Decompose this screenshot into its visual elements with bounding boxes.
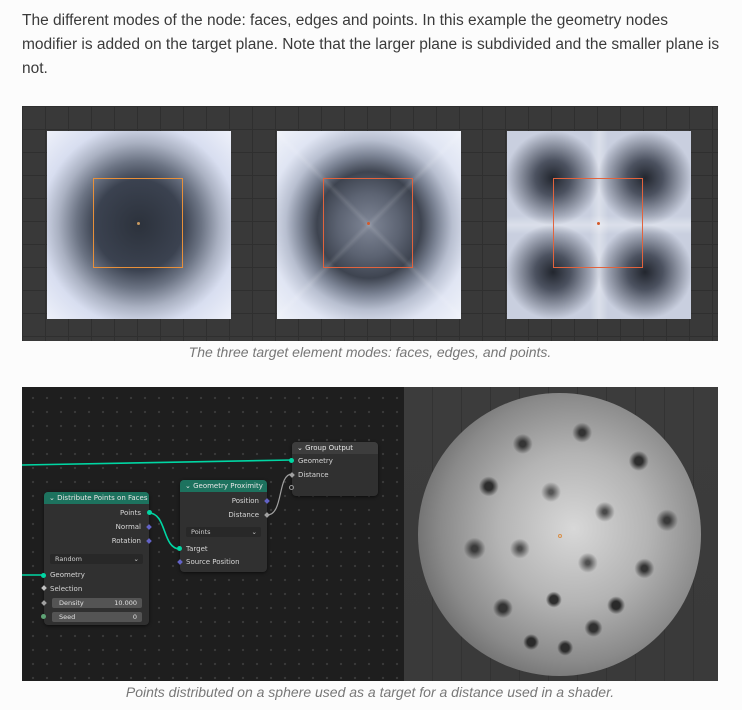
target-input-socket[interactable] (177, 546, 182, 551)
distribute-method-dropdown[interactable]: Random ⌄ (50, 554, 143, 564)
chevron-down-icon: ⌄ (133, 555, 139, 563)
distance-wire (266, 473, 293, 516)
geometry-proximity-header[interactable]: ⌄ Geometry Proximity (180, 480, 267, 492)
selection-input-label: Selection (50, 585, 83, 593)
target-plane-outline (93, 178, 183, 268)
density-field[interactable]: Density 10.000 (52, 598, 142, 608)
seed-input-socket[interactable] (41, 614, 46, 619)
points-mode-plane (507, 131, 691, 319)
chevron-down-icon: ⌄ (251, 528, 257, 536)
faces-mode-plane (47, 131, 231, 319)
group-output-header[interactable]: ⌄ Group Output (292, 442, 378, 454)
geometry-wire-output (22, 459, 293, 466)
group-output-node[interactable]: ⌄ Group Output Geometry Distance (289, 442, 378, 496)
rotation-output-label: Rotation (111, 537, 141, 545)
edges-mode-plane (277, 131, 461, 319)
points-to-target-wire (148, 512, 181, 550)
distribute-points-node[interactable]: ⌄ Distribute Points on Faces Points Norm… (41, 492, 152, 625)
distribute-points-title: Distribute Points on Faces (57, 494, 148, 502)
node-editor: ⌄ Group Output Geometry Distance ⌄ Geome… (22, 387, 404, 681)
group-output-geometry-label: Geometry (298, 457, 333, 465)
proximity-source-label: Source Position (186, 558, 240, 566)
3d-viewport[interactable] (404, 387, 718, 681)
origin-dot (366, 221, 370, 225)
sphere-distance-figure: ⌄ Group Output Geometry Distance ⌄ Geome… (22, 387, 718, 681)
geometry-input-label: Geometry (50, 571, 85, 579)
intro-paragraph: The different modes of the node: faces, … (22, 12, 720, 77)
origin-dot (558, 534, 562, 538)
seed-label: Seed (59, 613, 76, 621)
normal-output-label: Normal (115, 523, 141, 531)
proximity-distance-label: Distance (228, 511, 259, 519)
empty-input-socket[interactable] (289, 485, 294, 490)
seed-field[interactable]: Seed 0 (52, 612, 142, 622)
geometry-proximity-title: Geometry Proximity (193, 482, 263, 490)
density-value: 10.000 (114, 599, 137, 607)
geometry-input-socket[interactable] (289, 458, 294, 463)
group-output-title: Group Output (305, 444, 353, 452)
target-plane-outline (323, 178, 413, 268)
points-output-label: Points (119, 509, 141, 517)
proximity-mode-value: Points (191, 528, 211, 536)
geometry-input-socket[interactable] (41, 573, 46, 578)
proximity-mode-dropdown[interactable]: Points ⌄ (186, 527, 261, 537)
group-output-distance-label: Distance (298, 471, 329, 479)
distribute-points-header[interactable]: ⌄ Distribute Points on Faces (44, 492, 149, 504)
proximity-position-label: Position (231, 497, 259, 505)
target-modes-figure (22, 106, 718, 341)
distribute-method-value: Random (55, 555, 82, 563)
origin-dot (136, 221, 140, 225)
figure2-caption: Points distributed on a sphere used as a… (125, 684, 615, 700)
figure1-caption: The three target element modes: faces, e… (188, 344, 552, 360)
origin-dot (596, 221, 600, 225)
proximity-target-label: Target (186, 545, 208, 553)
target-plane-outline (553, 178, 643, 268)
points-output-socket[interactable] (147, 510, 152, 515)
geometry-proximity-node[interactable]: ⌄ Geometry Proximity Position Distance P… (177, 480, 270, 572)
seed-value: 0 (132, 613, 137, 621)
density-label: Density (59, 599, 84, 607)
shaded-sphere (418, 393, 701, 676)
